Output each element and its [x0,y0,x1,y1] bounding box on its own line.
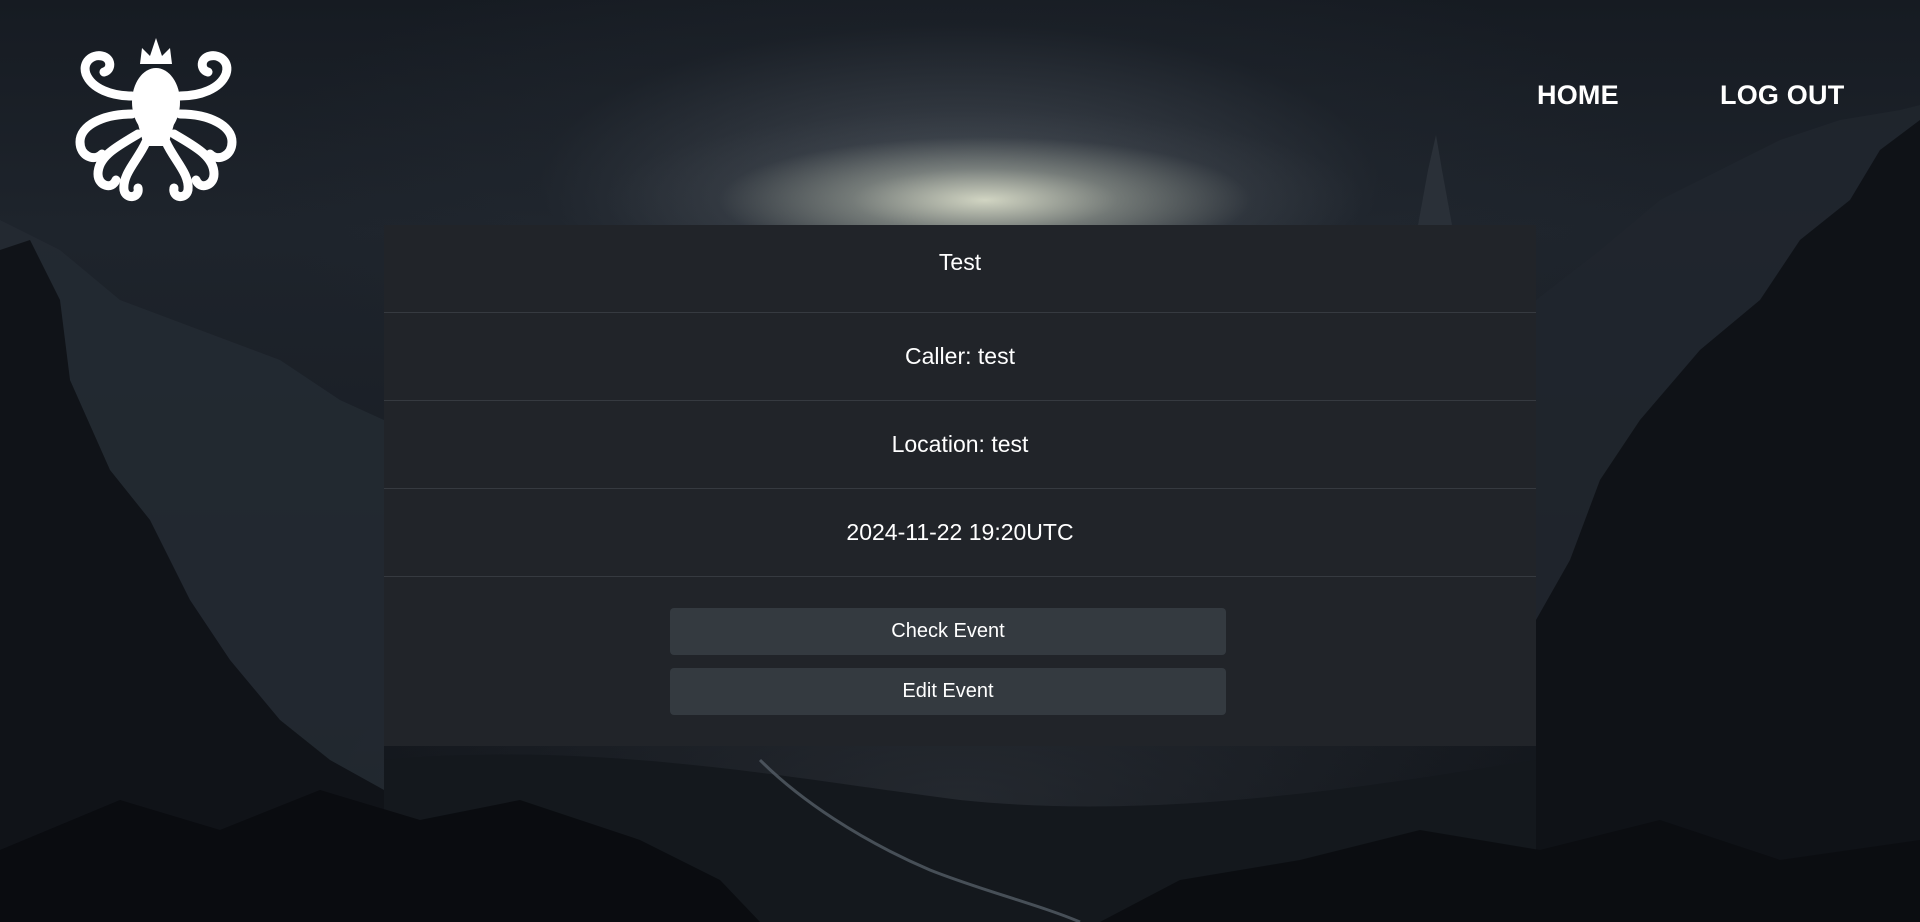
event-datetime: 2024-11-22 19:20UTC [846,519,1074,545]
event-datetime-row: 2024-11-22 19:20UTC [384,489,1536,577]
event-caller-row: Caller: test [384,313,1536,401]
event-caller: Caller: test [905,343,1015,369]
event-location-row: Location: test [384,401,1536,489]
event-title: Test [938,249,982,275]
check-event-button[interactable]: Check Event [670,608,1226,655]
event-actions: Check Event Edit Event [670,608,1226,728]
octopus-icon [75,38,237,201]
event-location: Location: test [891,431,1029,457]
event-card: Test Caller: test Location: test 2024-11… [384,225,1536,746]
edit-event-button[interactable]: Edit Event [670,668,1226,715]
event-title-row: Test [384,225,1536,313]
nav-logout-link[interactable]: LOG OUT [1720,80,1844,111]
octopus-logo[interactable] [72,34,240,202]
nav-home-link[interactable]: HOME [1537,80,1619,111]
